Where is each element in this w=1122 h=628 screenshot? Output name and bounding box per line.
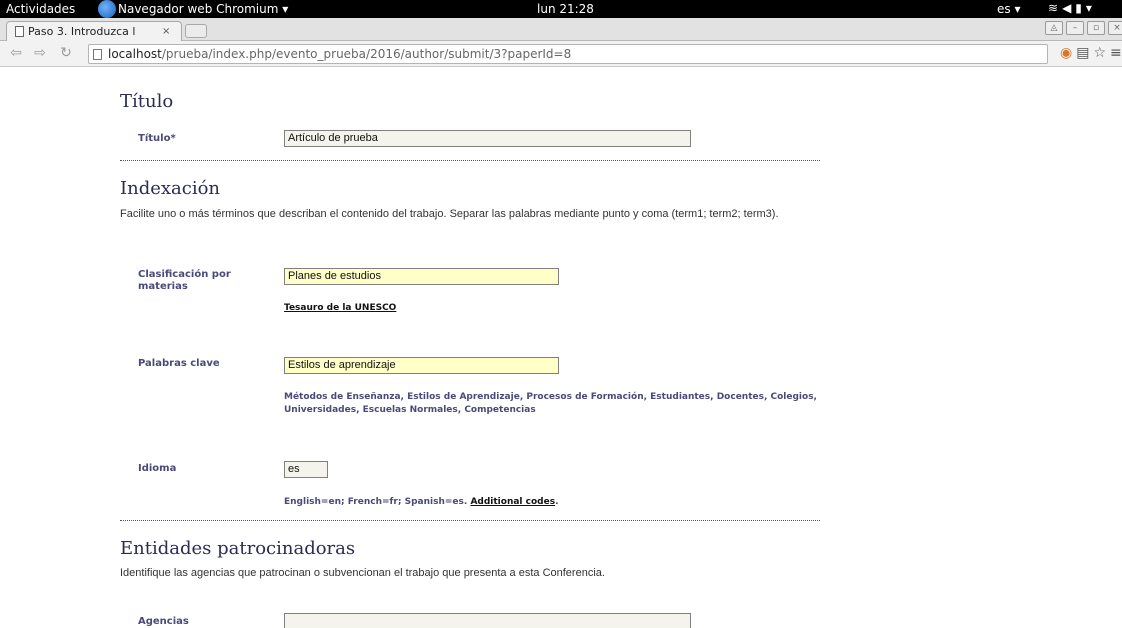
battery-icon: ▮ xyxy=(1075,1,1086,15)
bookmark-star-icon[interactable]: ☆ xyxy=(1093,45,1106,61)
divider xyxy=(120,520,820,521)
page-icon xyxy=(93,48,102,60)
blocked-content-icon[interactable]: ◉ xyxy=(1060,45,1072,61)
language-input[interactable]: es xyxy=(284,461,328,478)
title-input[interactable]: Artículo de prueba xyxy=(284,130,691,147)
volume-icon: ◀ xyxy=(1062,1,1076,15)
reload-icon[interactable]: ↻ xyxy=(56,45,76,63)
browser-toolbar: ⇦ ⇨ ↻ localhost/prueba/index.php/evento_… xyxy=(0,41,1122,67)
app-menu[interactable]: Navegador web Chromium ▾ xyxy=(98,0,288,18)
url-path: /prueba/index.php/evento_prueba/2016/aut… xyxy=(161,47,572,61)
language-hint-text: English=en; French=fr; Spanish=es. xyxy=(284,497,468,507)
sponsors-description: Identifique las agencias que patrocinan … xyxy=(120,567,605,579)
address-bar[interactable]: localhost/prueba/index.php/evento_prueba… xyxy=(88,44,1048,64)
tab-title: Paso 3. Introduzca l xyxy=(28,25,136,38)
unesco-thesaurus-link[interactable]: Tesauro de la UNESCO xyxy=(284,302,396,315)
subject-input[interactable]: Planes de estudios xyxy=(284,268,559,285)
close-window-icon[interactable]: × xyxy=(1108,21,1122,35)
keywords-hint: Métodos de Enseñanza, Estilos de Aprendi… xyxy=(284,392,817,415)
divider xyxy=(120,160,820,161)
indexing-section-heading: Indexación xyxy=(120,178,221,199)
sponsors-section-heading: Entidades patrocinadoras xyxy=(120,538,356,559)
agencies-input[interactable] xyxy=(284,613,691,628)
window-controls: ◬ – ▫ × xyxy=(1045,21,1122,35)
maximize-icon[interactable]: ▫ xyxy=(1087,21,1105,35)
close-icon[interactable]: × xyxy=(162,26,170,37)
language-label: Idioma xyxy=(138,463,177,474)
browser-tab[interactable]: Paso 3. Introduzca l × xyxy=(6,21,182,41)
app-menu-label: Navegador web Chromium ▾ xyxy=(118,2,289,16)
menu-icon[interactable]: ≡ xyxy=(1110,45,1122,61)
page-content: Título Título* Artículo de prueba Indexa… xyxy=(0,67,1122,628)
toolbar-icons: ◉ ▤ ☆ ≡ xyxy=(1060,45,1122,61)
indexing-description: Facilite uno o más términos que describa… xyxy=(120,208,779,220)
back-icon[interactable]: ⇦ xyxy=(6,45,26,63)
title-label: Título* xyxy=(138,133,176,144)
keywords-label: Palabras clave xyxy=(138,358,220,369)
additional-codes-link[interactable]: Additional codes xyxy=(470,497,555,507)
forward-icon[interactable]: ⇨ xyxy=(30,45,50,63)
tab-strip: Paso 3. Introduzca l × ◬ – ▫ × xyxy=(0,18,1122,41)
language-indicator[interactable]: es ▾ xyxy=(997,2,1020,16)
agencies-label: Agencias xyxy=(138,616,189,627)
subject-label: Clasificación por materias xyxy=(138,269,231,292)
title-section-heading: Título xyxy=(120,91,174,112)
system-tray[interactable]: ≋◀▮▾ xyxy=(1048,1,1096,15)
new-tab-button[interactable] xyxy=(185,24,207,38)
chromium-icon xyxy=(98,0,116,18)
clock[interactable]: lun 21:28 xyxy=(537,2,594,16)
minimize-icon[interactable]: – xyxy=(1066,21,1084,35)
chevron-down-icon: ▾ xyxy=(1085,1,1096,15)
user-icon[interactable]: ◬ xyxy=(1045,21,1063,35)
url-host: localhost xyxy=(108,47,162,61)
page-icon xyxy=(15,26,24,37)
keywords-input[interactable]: Estilos de aprendizaje xyxy=(284,357,559,374)
system-top-bar: Actividades Navegador web Chromium ▾ lun… xyxy=(0,0,1122,18)
language-hint-end: . xyxy=(555,497,559,507)
translate-icon[interactable]: ▤ xyxy=(1076,45,1089,61)
activities-button[interactable]: Actividades xyxy=(6,2,75,16)
language-hint: English=en; French=fr; Spanish=es. Addit… xyxy=(284,496,824,509)
wifi-icon: ≋ xyxy=(1048,1,1063,15)
